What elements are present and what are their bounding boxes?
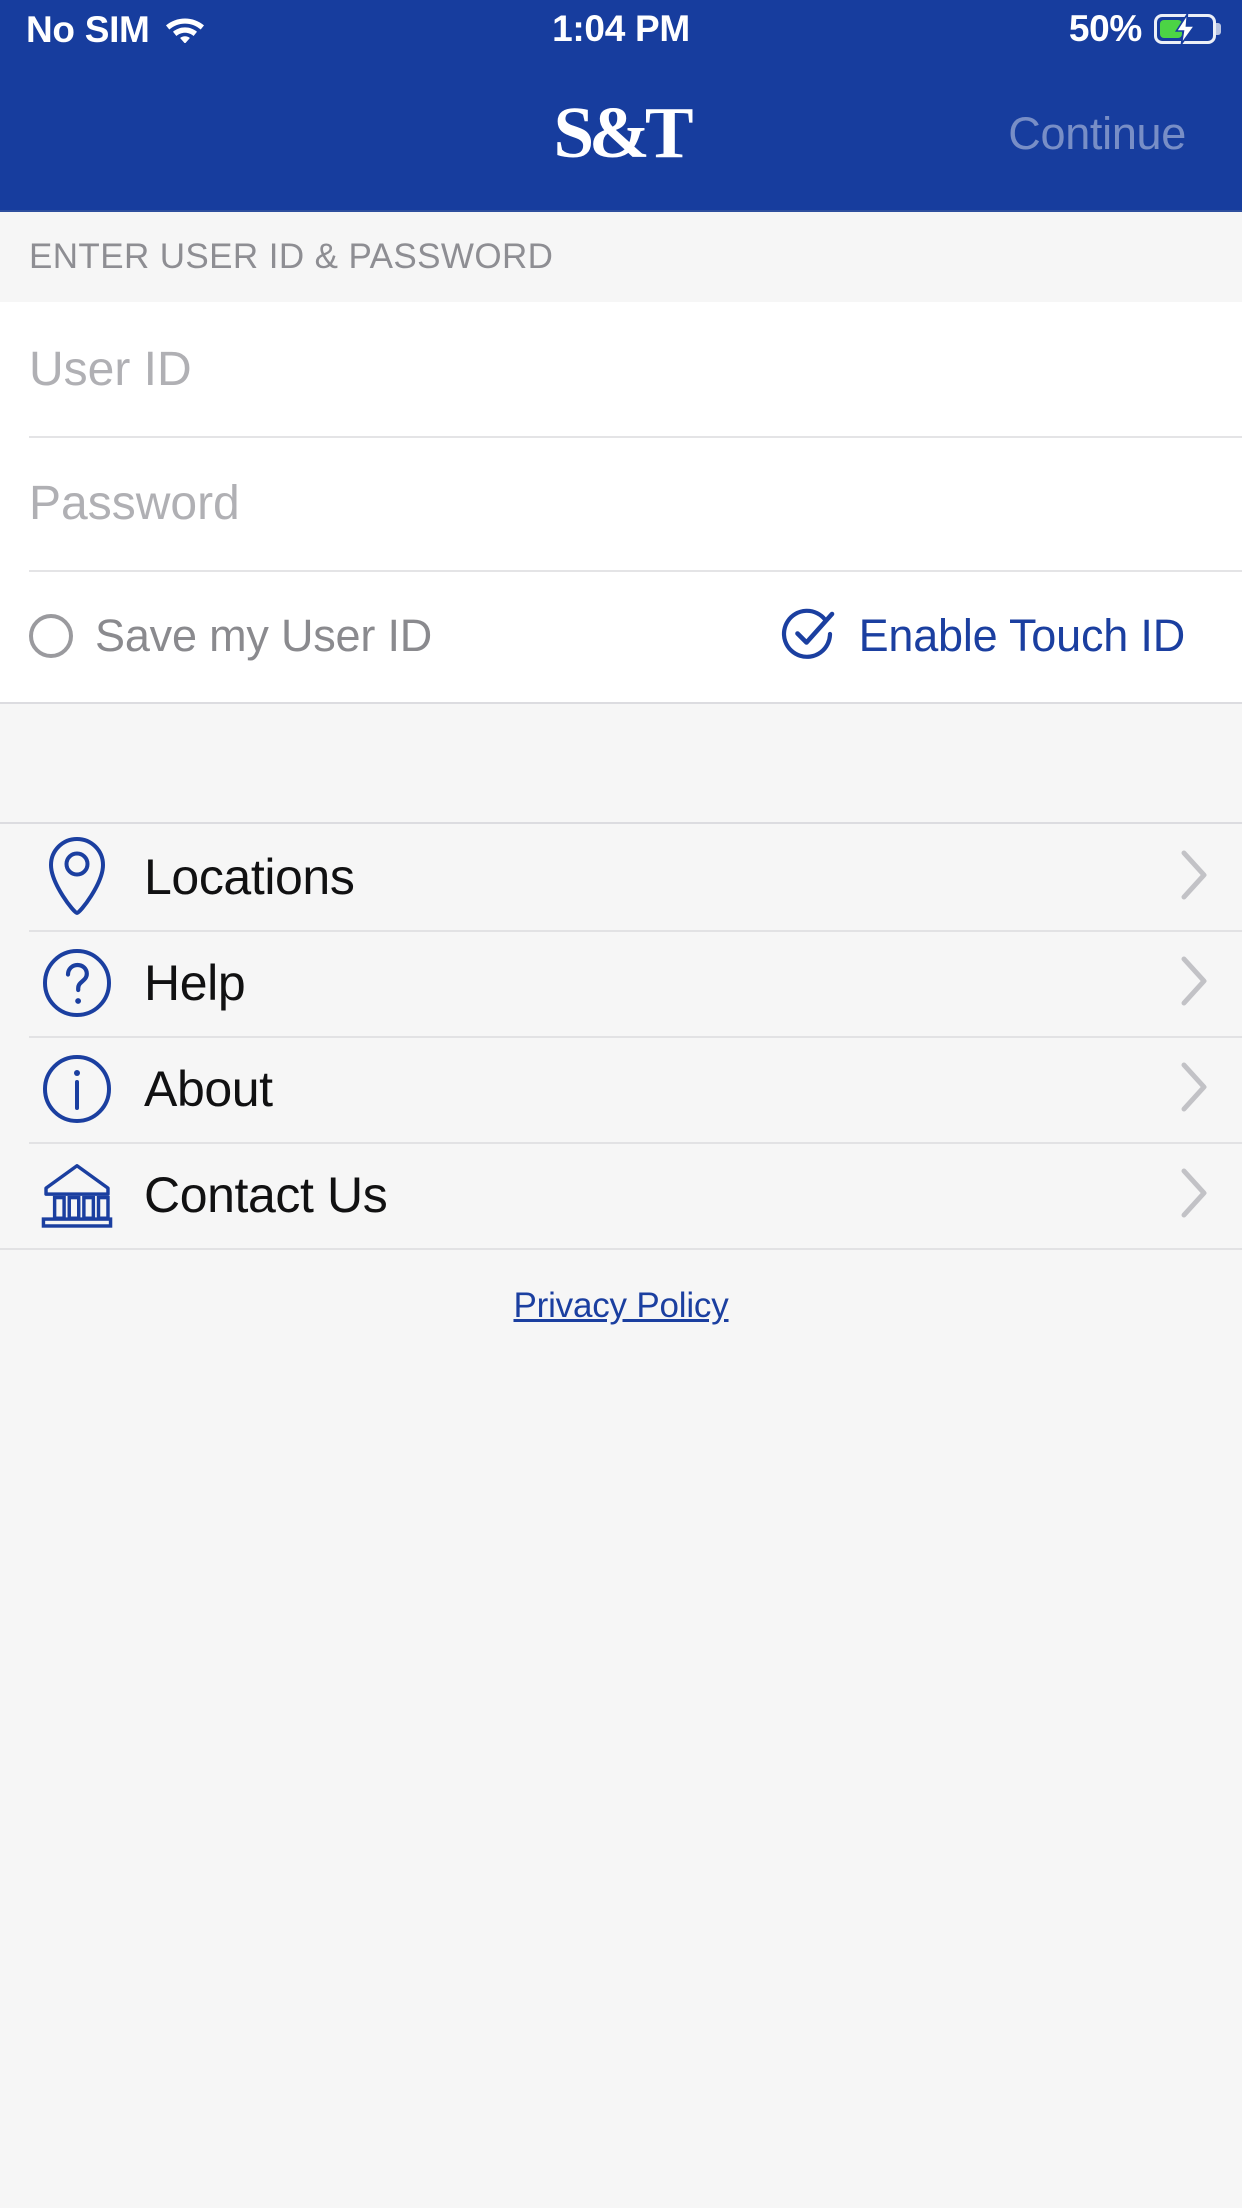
map-pin-icon (40, 836, 114, 918)
wifi-icon (164, 11, 206, 48)
form-section-header: ENTER USER ID & PASSWORD (0, 212, 1242, 302)
carrier-label: No SIM (26, 8, 150, 50)
bank-building-icon (40, 1157, 114, 1233)
navigation-bar: S&T Continue (0, 58, 1242, 212)
field-divider (29, 436, 1242, 438)
chevron-right-icon (1179, 955, 1209, 1012)
info-circle-icon (40, 1054, 114, 1124)
menu-item-label: Help (144, 955, 246, 1011)
utility-menu-list: Locations Help About Contact Us (0, 824, 1242, 1250)
clock-label: 1:04 PM (552, 8, 690, 49)
section-spacer (0, 702, 1242, 824)
menu-item-label: Locations (144, 849, 355, 905)
user-id-row[interactable] (0, 302, 1242, 436)
form-section-header-label: ENTER USER ID & PASSWORD (29, 237, 554, 276)
chevron-right-icon (1179, 849, 1209, 906)
continue-button[interactable]: Continue (1008, 108, 1186, 160)
password-input[interactable] (29, 475, 1213, 531)
enable-touch-id-toggle[interactable]: Enable Touch ID (781, 606, 1185, 667)
menu-item-label: About (144, 1061, 273, 1117)
status-bar-left: No SIM (26, 11, 206, 48)
battery-percent-label: 50% (1068, 8, 1142, 49)
enable-touch-id-label: Enable Touch ID (858, 610, 1186, 661)
status-bar: No SIM 1:04 PM 50% (0, 0, 1242, 58)
save-user-id-label: Save my User ID (95, 610, 433, 661)
password-row[interactable] (0, 436, 1242, 570)
chevron-right-icon (1179, 1167, 1209, 1224)
menu-item-about[interactable]: About (0, 1036, 1242, 1142)
chevron-right-icon (1179, 1061, 1209, 1118)
check-circle-icon[interactable] (781, 606, 837, 667)
menu-item-locations[interactable]: Locations (0, 824, 1242, 930)
status-bar-right: 50% (1069, 8, 1216, 50)
lightning-bolt-icon (1174, 14, 1197, 44)
privacy-policy-link[interactable]: Privacy Policy (513, 1286, 728, 1325)
save-user-id-toggle[interactable]: Save my User ID (29, 610, 432, 662)
question-circle-icon (40, 948, 114, 1018)
footer: Privacy Policy (0, 1250, 1242, 1326)
menu-item-contact-us[interactable]: Contact Us (0, 1142, 1242, 1248)
login-form: Save my User ID Enable Touch ID (0, 302, 1242, 702)
app-logo: S&T (553, 91, 693, 173)
user-id-input[interactable] (29, 341, 1213, 397)
menu-item-label: Contact Us (144, 1167, 388, 1223)
radio-unchecked-icon[interactable] (29, 614, 73, 658)
menu-item-help[interactable]: Help (0, 930, 1242, 1036)
battery-charging-icon (1154, 14, 1216, 44)
login-options-row: Save my User ID Enable Touch ID (0, 570, 1242, 702)
